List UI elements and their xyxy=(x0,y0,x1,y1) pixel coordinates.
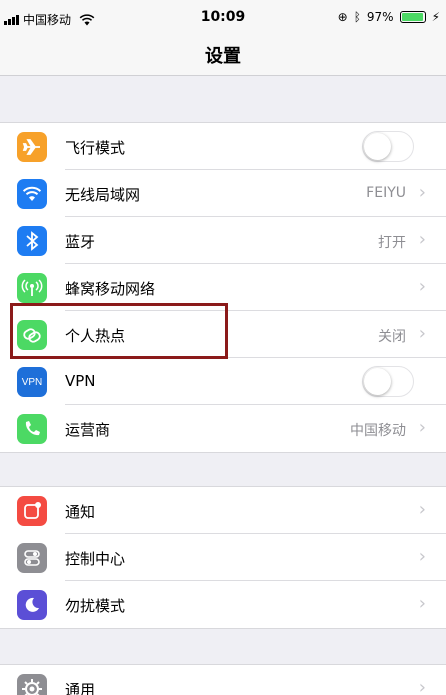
navigation-bar: 设置 xyxy=(0,36,446,76)
notifications-icon xyxy=(17,496,47,526)
settings-group-notifications: 通知 › 控制中心 › 勿扰模式 › xyxy=(0,486,446,629)
settings-row-general[interactable]: 通用 › xyxy=(0,665,446,695)
chevron-right-icon: › xyxy=(418,276,426,297)
wifi-icon xyxy=(17,179,47,209)
settings-row-label: 通知 xyxy=(65,503,96,521)
settings-row-value: 关闭 xyxy=(378,329,406,345)
chevron-right-icon: › xyxy=(418,499,426,520)
status-bar: 中国移动 10:09 ⊕ ᛒ 97% ⚡ xyxy=(0,0,446,36)
settings-row-value: 打开 xyxy=(378,235,406,251)
airplane-icon xyxy=(17,132,47,162)
moon-icon xyxy=(17,590,47,620)
settings-row-do-not-disturb[interactable]: 勿扰模式 › xyxy=(0,581,446,628)
settings-row-label: 无线局域网 xyxy=(65,186,141,204)
vpn-toggle[interactable] xyxy=(362,366,414,397)
settings-group-connectivity: 飞行模式 无线局域网 FEIYU › 蓝牙 打开 › 蜂窝移动网络 › 个人热点… xyxy=(0,122,446,453)
bluetooth-status-icon: ᛒ xyxy=(353,10,361,24)
cellular-antenna-icon xyxy=(17,273,47,303)
settings-row-bluetooth[interactable]: 蓝牙 打开 › xyxy=(0,217,446,264)
settings-row-label: VPN xyxy=(65,372,96,390)
settings-row-value: 中国移动 xyxy=(350,423,406,439)
chevron-right-icon: › xyxy=(418,323,426,344)
settings-row-carrier[interactable]: 运营商 中国移动 › xyxy=(0,405,446,452)
settings-row-label: 通用 xyxy=(65,681,96,695)
orientation-lock-icon: ⊕ xyxy=(337,10,348,24)
settings-row-vpn[interactable]: VPN VPN xyxy=(0,358,446,405)
settings-row-label: 控制中心 xyxy=(65,550,126,568)
control-center-icon xyxy=(17,543,47,573)
settings-row-label: 飞行模式 xyxy=(65,139,126,157)
highlight-annotation-box xyxy=(10,303,228,359)
settings-row-notifications[interactable]: 通知 › xyxy=(0,487,446,534)
settings-row-label: 蓝牙 xyxy=(65,233,96,251)
vpn-icon: VPN xyxy=(17,367,47,397)
chevron-right-icon: › xyxy=(418,417,426,438)
bluetooth-icon xyxy=(17,226,47,256)
airplane-mode-toggle[interactable] xyxy=(362,131,414,162)
status-right: ⊕ ᛒ 97% ⚡ xyxy=(338,10,440,24)
chevron-right-icon: › xyxy=(418,182,426,203)
settings-row-label: 蜂窝移动网络 xyxy=(65,280,156,298)
settings-row-label: 勿扰模式 xyxy=(65,597,126,615)
chevron-right-icon: › xyxy=(418,229,426,250)
settings-row-airplane-mode[interactable]: 飞行模式 xyxy=(0,123,446,170)
settings-row-label: 运营商 xyxy=(65,421,111,439)
phone-icon xyxy=(17,414,47,444)
chevron-right-icon: › xyxy=(418,546,426,567)
page-title: 设置 xyxy=(205,46,241,67)
charging-icon: ⚡ xyxy=(431,10,440,24)
chevron-right-icon: › xyxy=(418,593,426,614)
battery-icon xyxy=(399,11,426,23)
battery-percent: 97% xyxy=(366,10,394,24)
settings-group-general: 通用 › xyxy=(0,664,446,695)
settings-row-control-center[interactable]: 控制中心 › xyxy=(0,534,446,581)
gear-icon xyxy=(17,674,47,695)
chevron-right-icon: › xyxy=(418,677,426,695)
settings-row-wlan[interactable]: 无线局域网 FEIYU › xyxy=(0,170,446,217)
settings-row-value: FEIYU xyxy=(366,185,406,201)
